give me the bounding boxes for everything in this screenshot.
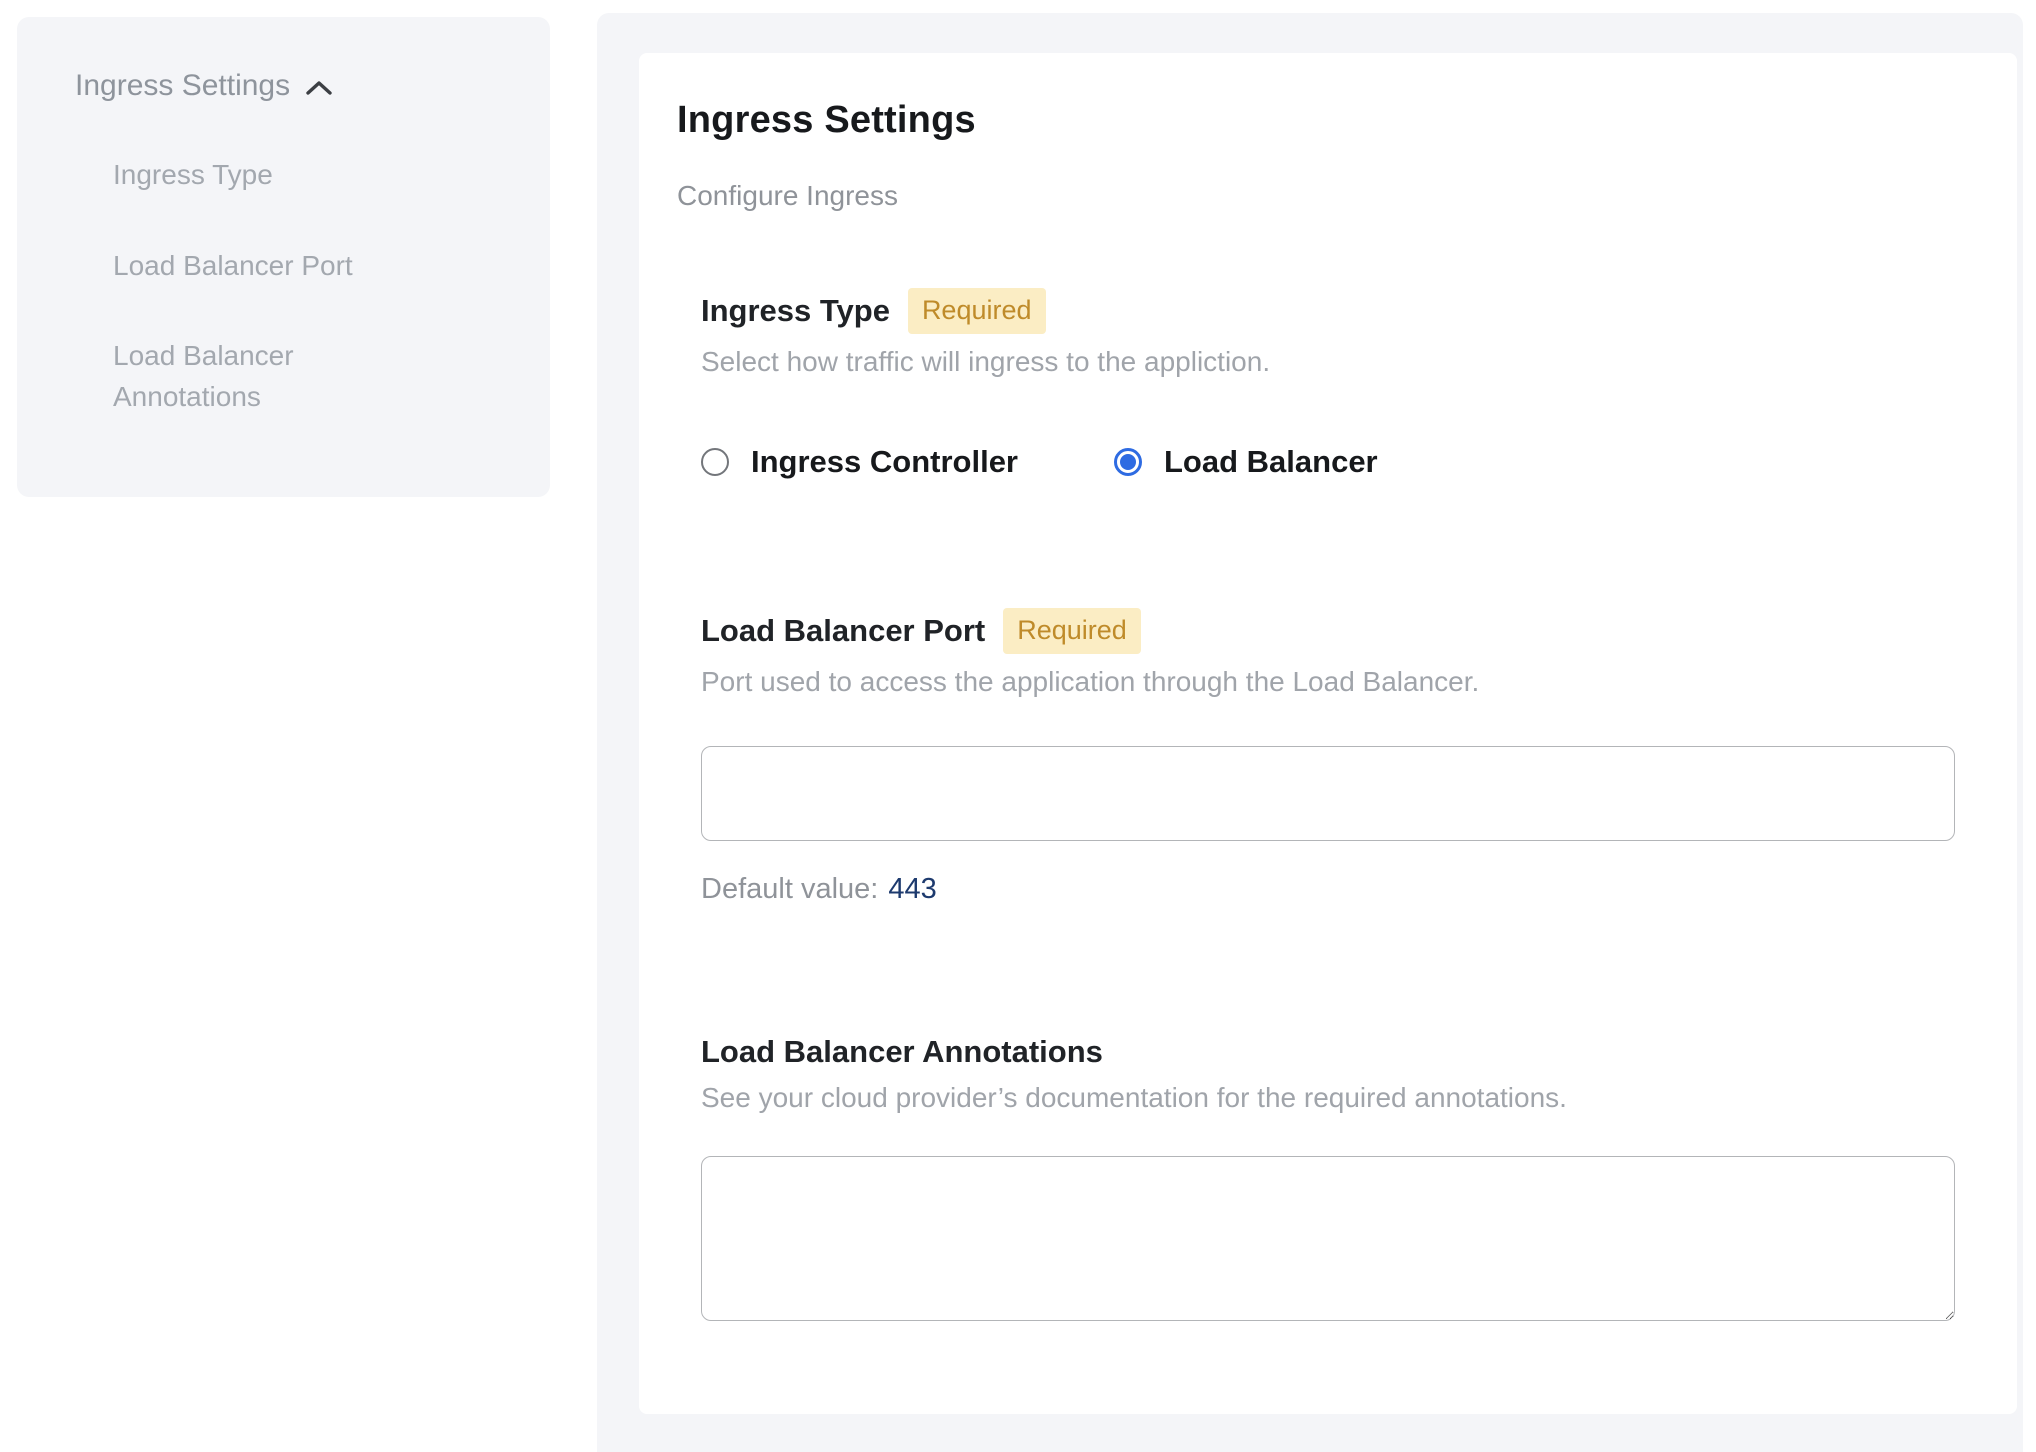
default-value-line: Default value: 443 — [701, 873, 1955, 906]
radio-option-load-balancer[interactable]: Load Balancer — [1114, 444, 1378, 480]
lb-annotations-title: Load Balancer Annotations — [701, 1034, 1103, 1070]
lb-annotations-description: See your cloud provider’s documentation … — [701, 1082, 1955, 1114]
lb-port-title: Load Balancer Port — [701, 613, 985, 649]
radio-button-icon[interactable] — [701, 448, 729, 476]
section-ingress-type: Ingress Type Required Select how traffic… — [701, 288, 1955, 480]
radio-button-icon[interactable] — [1114, 448, 1142, 476]
sidebar-item-load-balancer-annotations[interactable]: Load Balancer Annotations — [113, 336, 433, 417]
section-load-balancer-annotations: Load Balancer Annotations See your cloud… — [701, 1034, 1955, 1326]
page-title: Ingress Settings — [677, 99, 1979, 142]
sidebar-group-label: Ingress Settings — [75, 69, 290, 103]
ingress-type-description: Select how traffic will ingress to the a… — [701, 346, 1955, 378]
sidebar-group-ingress-settings[interactable]: Ingress Settings — [75, 69, 510, 103]
page-subtitle: Configure Ingress — [677, 180, 1979, 212]
sidebar-item-list: Ingress Type Load Balancer Port Load Bal… — [75, 155, 510, 417]
load-balancer-port-input[interactable] — [701, 746, 1955, 841]
main-panel: Ingress Settings Configure Ingress Ingre… — [597, 13, 2023, 1452]
section-load-balancer-port: Load Balancer Port Required Port used to… — [701, 608, 1955, 906]
config-card: Ingress Settings Configure Ingress Ingre… — [639, 53, 2017, 1414]
sidebar: Ingress Settings Ingress Type Load Balan… — [17, 17, 550, 497]
required-badge: Required — [908, 288, 1046, 334]
required-badge: Required — [1003, 608, 1141, 654]
page: Ingress Settings Ingress Type Load Balan… — [0, 0, 2036, 1452]
config-sections: Ingress Type Required Select how traffic… — [701, 288, 1955, 1326]
sidebar-item-load-balancer-port[interactable]: Load Balancer Port — [113, 246, 433, 287]
chevron-up-icon[interactable] — [304, 78, 334, 98]
ingress-type-title: Ingress Type — [701, 293, 890, 329]
load-balancer-annotations-textarea[interactable] — [701, 1156, 1955, 1321]
radio-option-label: Load Balancer — [1164, 444, 1378, 480]
radio-option-label: Ingress Controller — [751, 444, 1018, 480]
radio-option-ingress-controller[interactable]: Ingress Controller — [701, 444, 1018, 480]
lb-port-description: Port used to access the application thro… — [701, 666, 1955, 698]
sidebar-item-ingress-type[interactable]: Ingress Type — [113, 155, 433, 196]
default-value-label: Default value: — [701, 873, 878, 905]
default-value-number: 443 — [888, 873, 936, 905]
ingress-type-options: Ingress Controller Load Balancer — [701, 444, 1955, 480]
